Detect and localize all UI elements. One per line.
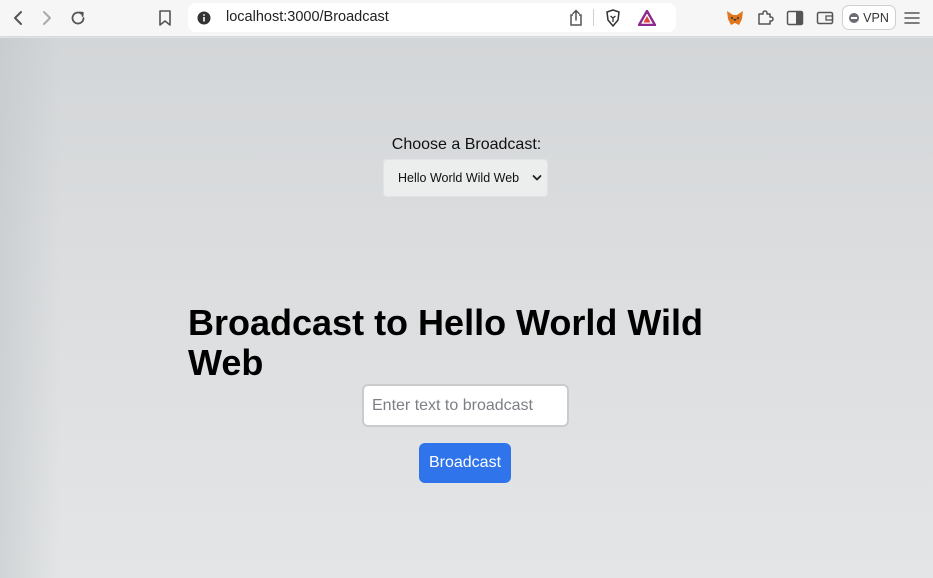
menu-button[interactable]: [902, 8, 922, 28]
metamask-extension-button[interactable]: [725, 8, 745, 28]
sidebar-button[interactable]: [785, 8, 805, 28]
reload-icon: [71, 11, 85, 25]
extensions-button[interactable]: [755, 8, 775, 28]
site-info-button[interactable]: [194, 8, 214, 28]
browser-toolbar: localhost:3000/Broadcast VPN: [0, 0, 933, 37]
vpn-status-icon: [849, 12, 860, 23]
vpn-label: VPN: [863, 10, 889, 25]
puzzle-icon: [758, 10, 774, 25]
broadcast-text-input[interactable]: [362, 384, 569, 427]
broadcast-select[interactable]: Hello World Wild Web: [383, 159, 548, 197]
chevron-right-icon: [43, 11, 51, 25]
chevron-down-icon: [532, 175, 542, 181]
vpn-button[interactable]: VPN: [842, 5, 896, 30]
forward-button[interactable]: [37, 8, 57, 28]
reload-button[interactable]: [68, 8, 88, 28]
sidebar-icon: [786, 10, 804, 26]
url-text[interactable]: localhost:3000/Broadcast: [226, 9, 389, 25]
chevron-left-icon: [14, 11, 22, 25]
share-icon: [570, 9, 582, 26]
divider: [593, 9, 594, 26]
address-bar[interactable]: localhost:3000/Broadcast: [188, 3, 676, 32]
back-button[interactable]: [8, 8, 28, 28]
broadcast-button[interactable]: Broadcast: [419, 443, 511, 483]
info-icon: [197, 11, 211, 25]
bookmark-icon: [159, 10, 171, 26]
page-title: Broadcast to Hello World Wild Web: [188, 302, 704, 383]
broadcast-select-value: Hello World Wild Web: [398, 171, 520, 185]
triangle-icon: [638, 10, 656, 26]
page-content: Choose a Broadcast: Hello World Wild Web…: [0, 38, 933, 578]
wallet-button[interactable]: [815, 8, 835, 28]
choose-broadcast-label: Choose a Broadcast:: [391, 136, 542, 153]
fox-icon: [727, 10, 743, 25]
wallet-icon: [816, 11, 834, 25]
bookmark-button[interactable]: [155, 8, 175, 28]
hamburger-icon: [904, 12, 920, 24]
brave-rewards-button[interactable]: [637, 8, 657, 28]
lion-shield-icon: [606, 9, 620, 27]
share-button[interactable]: [566, 8, 586, 28]
brave-shields-button[interactable]: [603, 8, 623, 28]
